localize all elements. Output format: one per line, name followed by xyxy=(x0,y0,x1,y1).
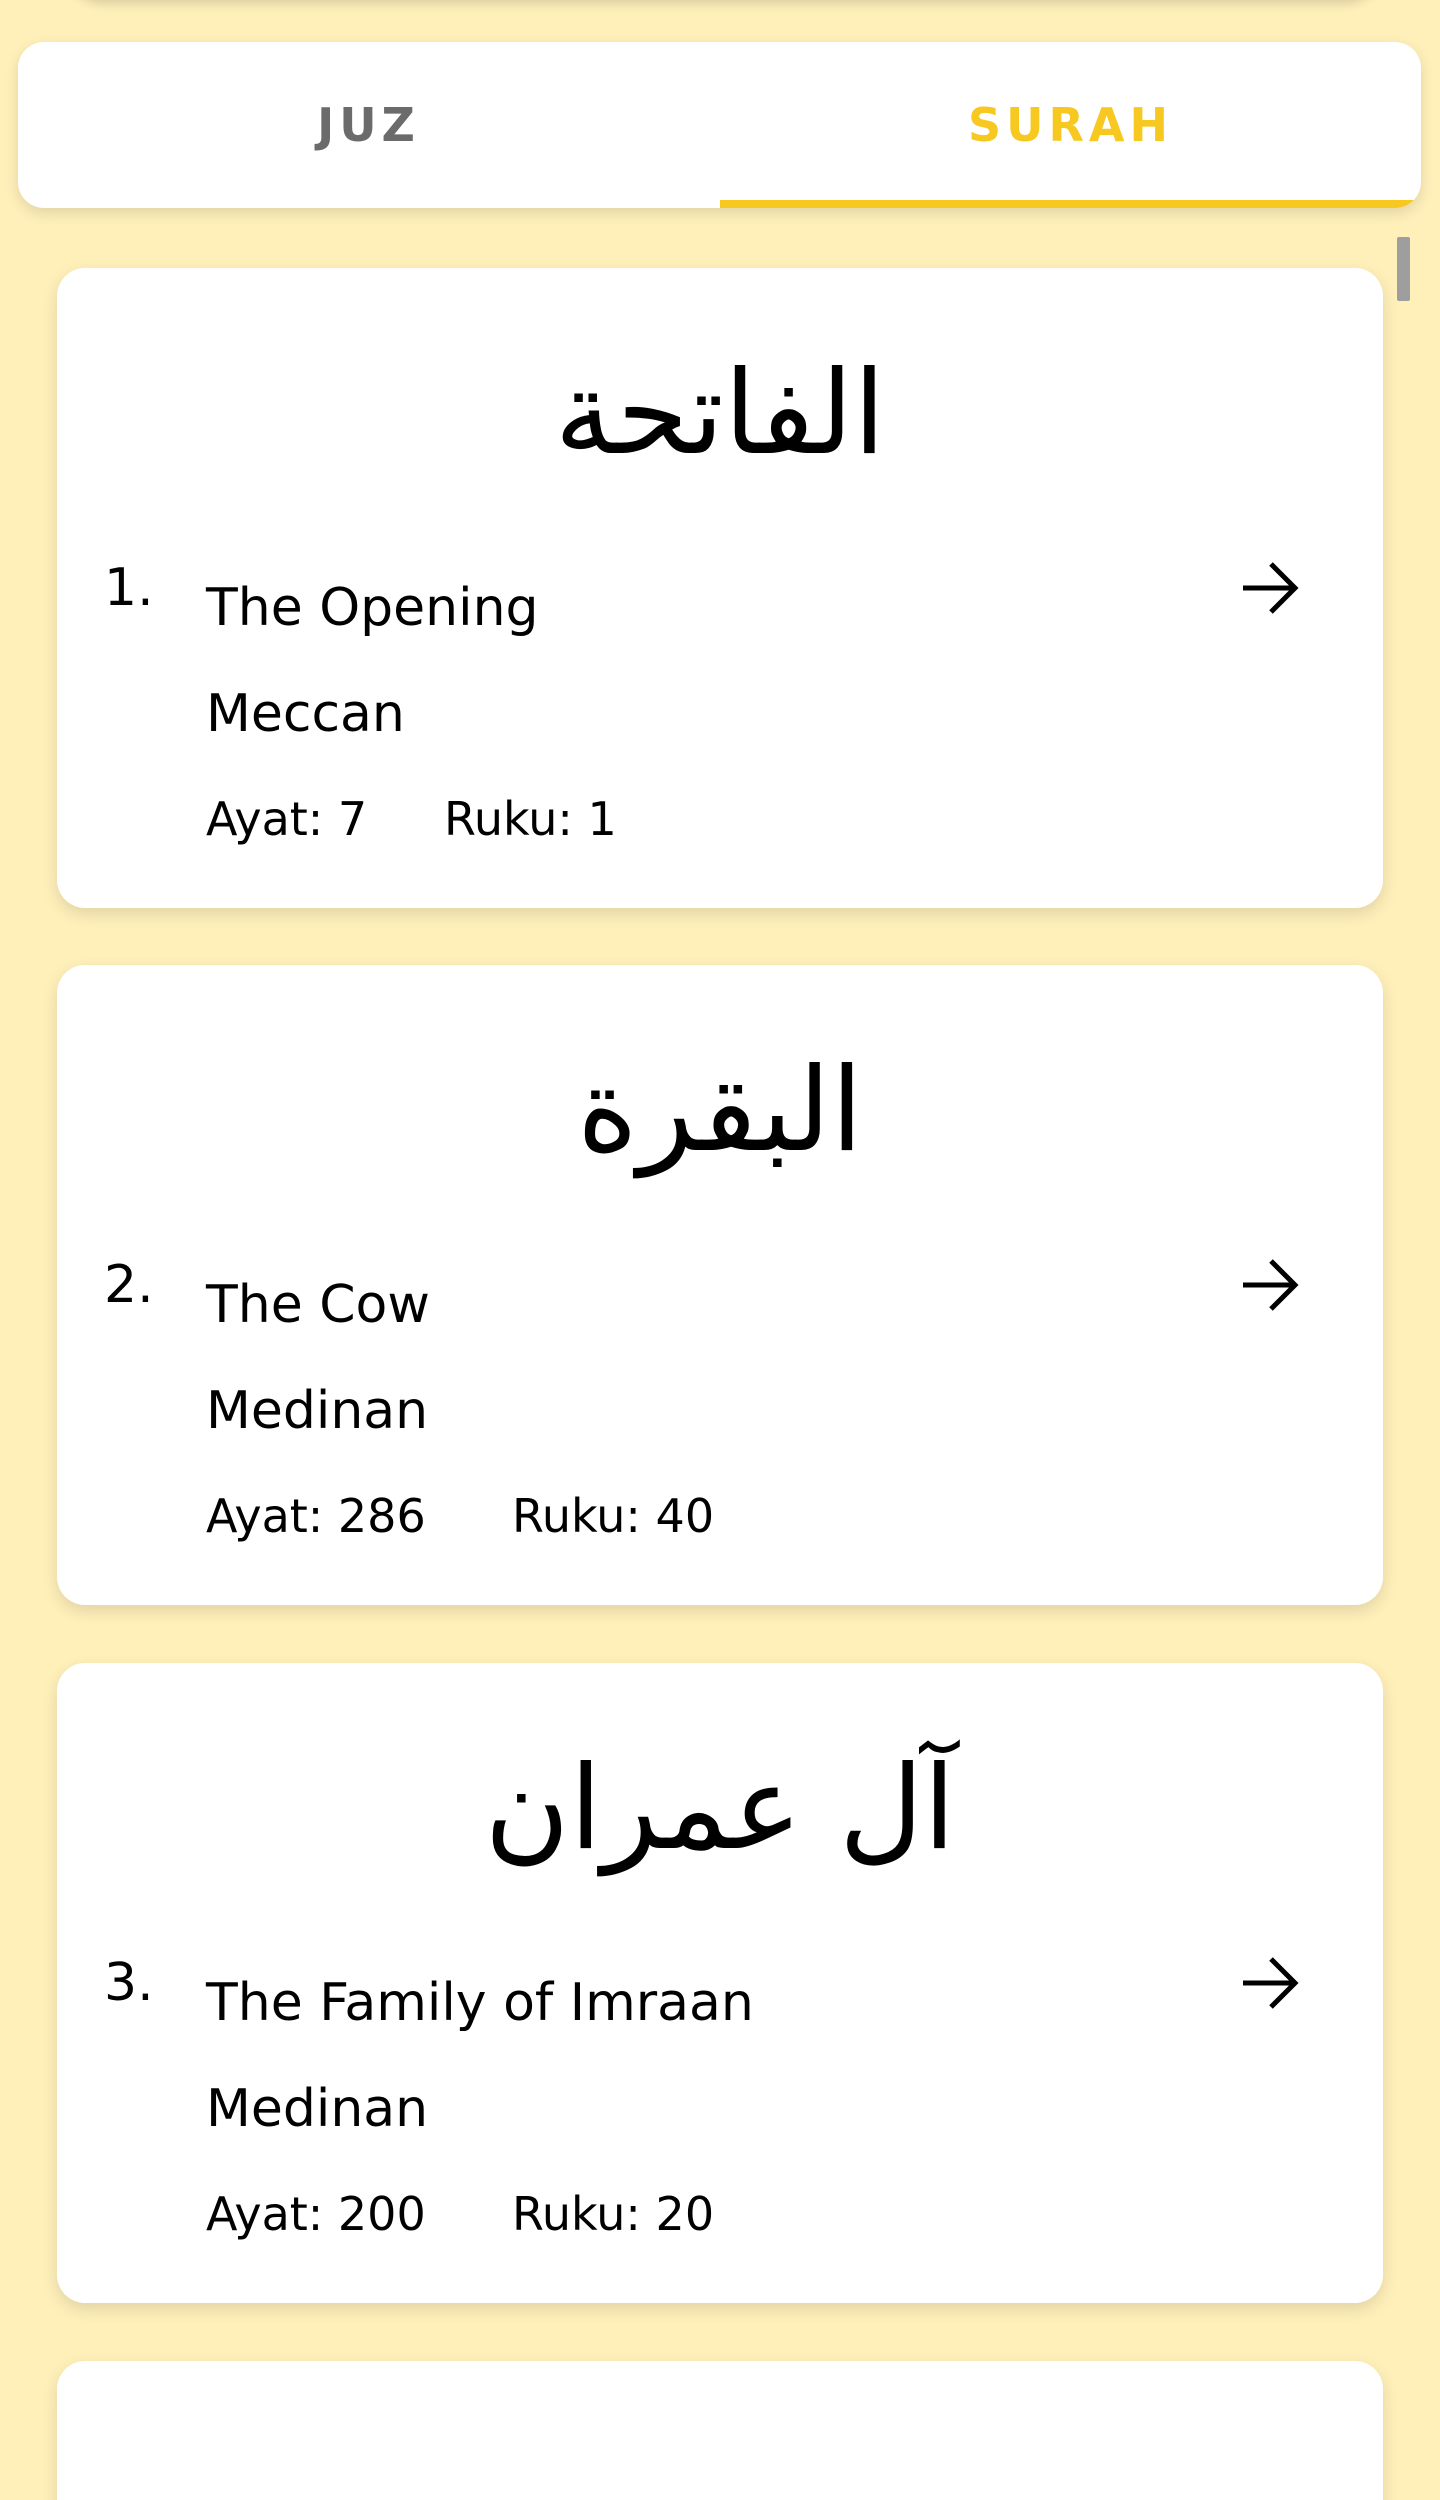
surah-ayat-count: Ayat: 286 xyxy=(206,1489,426,1543)
surah-number: 2. xyxy=(104,1255,154,1315)
surah-number: 1. xyxy=(104,558,154,618)
surah-arabic-name: الفاتحة xyxy=(554,346,886,481)
tab-surah[interactable]: SURAH xyxy=(720,42,1421,208)
surah-english-name: The Family of Imraan xyxy=(206,1973,754,2033)
surah-english-name: The Cow xyxy=(206,1275,430,1335)
surah-card[interactable]: آل عمران 3. The Family of Imraan Medinan… xyxy=(57,1663,1383,2303)
surah-revelation-type: Medinan xyxy=(206,2079,429,2139)
surah-card-partial[interactable] xyxy=(57,2361,1383,2500)
surah-arabic-name: آل عمران xyxy=(484,1741,956,1876)
arrow-right-icon[interactable] xyxy=(1235,552,1307,624)
surah-card[interactable]: الفاتحة 1. The Opening Meccan Ayat: 7 Ru… xyxy=(57,268,1383,908)
tab-juz[interactable]: JUZ xyxy=(18,42,719,208)
selected-tab-indicator xyxy=(720,200,1421,208)
tab-bar: JUZ SURAH xyxy=(18,42,1421,208)
surah-arabic-name: البقرة xyxy=(576,1043,864,1178)
surah-english-name: The Opening xyxy=(206,578,539,638)
surah-ruku-count: Ruku: 1 xyxy=(444,792,617,846)
arrow-right-icon[interactable] xyxy=(1235,1947,1307,2019)
surah-ruku-count: Ruku: 40 xyxy=(512,1489,715,1543)
surah-list-screen: JUZ SURAH الفاتحة 1. The Opening Meccan … xyxy=(0,0,1440,2500)
surah-revelation-type: Meccan xyxy=(206,684,405,744)
surah-ayat-count: Ayat: 7 xyxy=(206,792,368,846)
arrow-right-icon[interactable] xyxy=(1235,1249,1307,1321)
surah-number: 3. xyxy=(104,1953,154,2013)
surah-ayat-count: Ayat: 200 xyxy=(206,2187,426,2241)
surah-ruku-count: Ruku: 20 xyxy=(512,2187,715,2241)
surah-card[interactable]: البقرة 2. The Cow Medinan Ayat: 286 Ruku… xyxy=(57,965,1383,1605)
surah-revelation-type: Medinan xyxy=(206,1381,429,1441)
scrollbar[interactable] xyxy=(1397,237,1410,301)
